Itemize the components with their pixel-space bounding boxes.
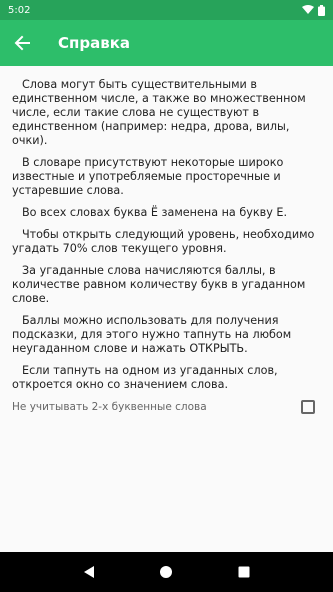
app-bar: Справка [0, 20, 333, 66]
circle-home-icon [160, 566, 173, 578]
page-title: Справка [58, 34, 131, 52]
help-paragraph: Во всех словах буква Ё заменена на букву… [22, 206, 288, 219]
status-bar: 5:02 [0, 0, 333, 20]
help-paragraph: За угаданные слова начисляются баллы, в … [12, 264, 306, 305]
help-paragraph: Слова могут быть существительными в един… [12, 78, 306, 147]
battery-icon [318, 4, 325, 16]
wifi-icon [302, 5, 314, 14]
option-label: Не учитывать 2-х буквенные слова [12, 401, 207, 413]
arrow-back-icon [14, 35, 30, 51]
square-recents-icon [238, 566, 250, 578]
nav-back-button[interactable] [74, 557, 104, 587]
help-paragraph: Чтобы открыть следующий уровень, необход… [12, 228, 315, 255]
help-paragraph: Если тапнуть на одном из угаданных слов,… [12, 364, 278, 391]
option-row-two-letter-words[interactable]: Не учитывать 2-х буквенные слова [12, 400, 321, 414]
help-content[interactable]: Слова могут быть существительными в един… [0, 66, 333, 552]
status-icons [302, 4, 325, 16]
triangle-back-icon [83, 566, 94, 578]
two-letter-words-checkbox[interactable] [301, 400, 315, 414]
nav-recents-button[interactable] [229, 557, 259, 587]
help-paragraph: Баллы можно использовать для получения п… [12, 314, 292, 355]
system-navigation-bar [0, 552, 333, 592]
status-time: 5:02 [8, 4, 31, 16]
nav-home-button[interactable] [151, 557, 181, 587]
back-button[interactable] [0, 20, 44, 66]
help-paragraph: В словаре присутствуют некоторые широко … [12, 156, 284, 197]
